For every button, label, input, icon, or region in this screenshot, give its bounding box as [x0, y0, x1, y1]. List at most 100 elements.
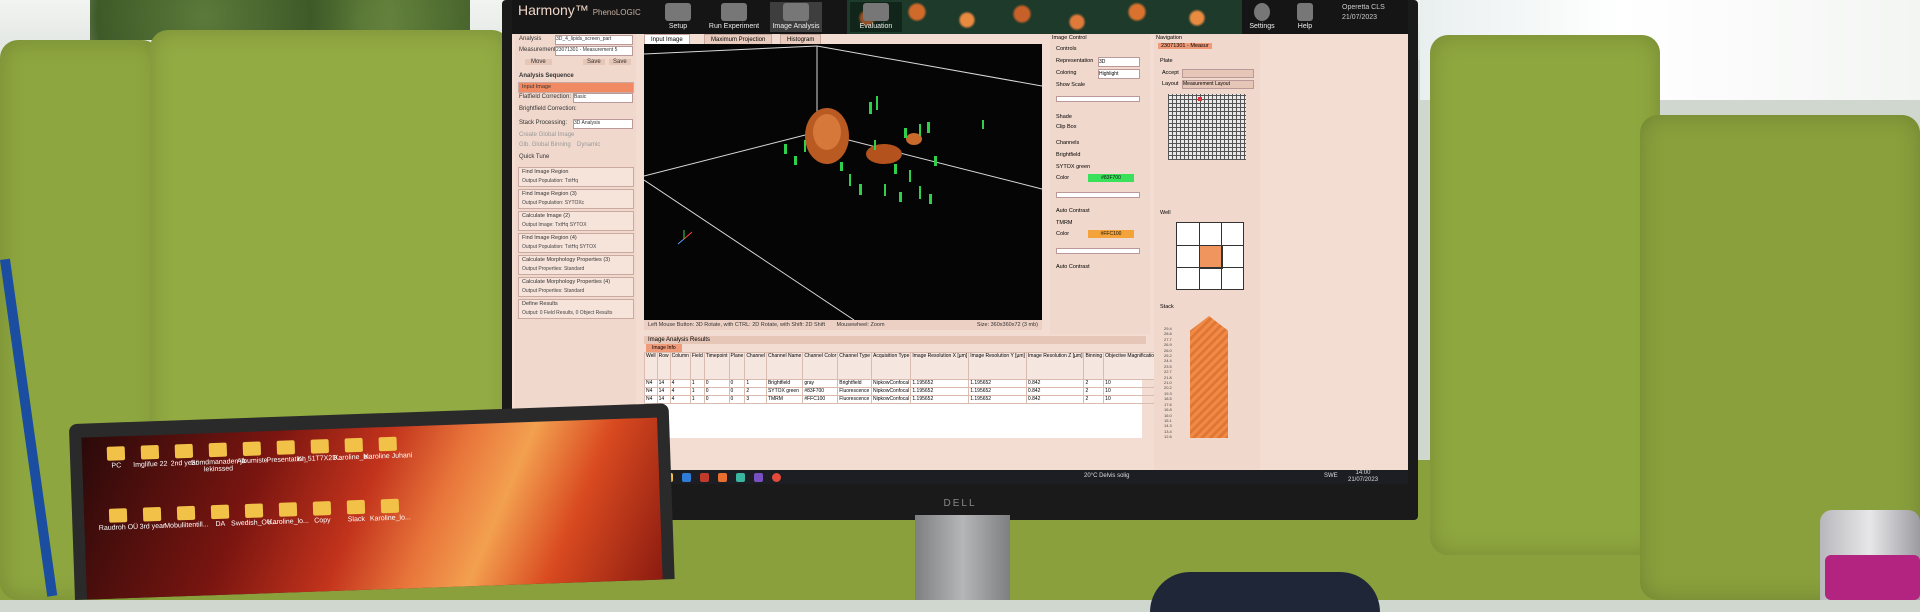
- setup-icon: [665, 3, 691, 21]
- chrome-icon[interactable]: [772, 473, 781, 482]
- column-header[interactable]: Image Resolution Y [µm]: [968, 352, 1027, 380]
- scale-slider[interactable]: [1056, 96, 1140, 102]
- table-cell: 0.842: [1025, 379, 1085, 388]
- table-cell: NipkowConfocal: [871, 395, 912, 404]
- table-cell: 0: [728, 395, 746, 404]
- run-experiment-button[interactable]: Run Experiment: [708, 2, 760, 32]
- well-divider: [1177, 245, 1243, 246]
- save-as-button[interactable]: Save: [609, 59, 631, 65]
- layout-select[interactable]: Measurement Layout: [1182, 80, 1254, 89]
- app-icon[interactable]: [682, 473, 691, 482]
- table-cell: 2: [1083, 379, 1105, 388]
- flatfield-select[interactable]: Basic: [573, 93, 633, 103]
- table-cell: 4: [669, 387, 691, 396]
- column-header[interactable]: Binning: [1083, 352, 1105, 380]
- table-cell: 14: [656, 387, 671, 396]
- sequence-block[interactable]: Find Image Region (3) Output Population: …: [518, 189, 634, 209]
- sequence-block[interactable]: Calculate Morphology Properties (4) Outpu…: [518, 277, 634, 297]
- results-table-container: Well Row Column Field Timepoint Plane Channel C…: [644, 352, 1257, 438]
- representation-select[interactable]: 3D: [1098, 57, 1140, 67]
- column-header[interactable]: Field: [689, 352, 705, 380]
- help-button[interactable]: Help: [1285, 2, 1325, 32]
- move-button[interactable]: Move: [525, 59, 552, 65]
- sequence-block[interactable]: Define Results Output: 0 Field Results, 0…: [518, 299, 634, 319]
- column-header[interactable]: Row: [656, 352, 671, 380]
- column-header[interactable]: Image Resolution Z [µm]: [1025, 352, 1085, 380]
- well-map[interactable]: [1176, 222, 1244, 290]
- language[interactable]: SWE: [1324, 473, 1338, 479]
- show-scale-label: Show Scale: [1056, 82, 1086, 88]
- column-header[interactable]: Objective Magnification: [1103, 352, 1159, 380]
- app-icon[interactable]: [736, 473, 745, 482]
- column-header[interactable]: Channel: [744, 352, 767, 380]
- sytox-contrast-slider[interactable]: [1056, 192, 1140, 198]
- table-cell: #FFC100: [802, 395, 839, 404]
- accept-field[interactable]: [1182, 69, 1254, 78]
- save-button[interactable]: Save: [583, 59, 605, 65]
- evaluation-button[interactable]: Evaluation: [850, 2, 902, 32]
- stack-processing-select[interactable]: 3D Analysis: [573, 119, 633, 129]
- analysis-sequence-header: Analysis Sequence: [519, 73, 574, 79]
- 3d-viewer[interactable]: [644, 44, 1042, 320]
- stack-tick: 18.5: [1164, 396, 1172, 402]
- app-icon[interactable]: [754, 473, 763, 482]
- microscope-icon: [721, 3, 747, 21]
- tab-image-info[interactable]: Image Info: [646, 344, 682, 352]
- table-cell: Brightfield: [837, 379, 873, 388]
- table-cell: 0: [703, 379, 730, 388]
- app-icon[interactable]: [700, 473, 709, 482]
- input-image-block[interactable]: Input Image: [518, 82, 634, 93]
- column-header[interactable]: Timepoint: [703, 352, 730, 380]
- measurement-field[interactable]: 23071301 - Measurement 5: [555, 46, 633, 56]
- tmrm-contrast-slider[interactable]: [1056, 248, 1140, 254]
- viewer-hint-bar: Left Mouse Button: 3D Rotate, with CTRL:…: [644, 320, 1042, 330]
- analysis-sidebar: Analysis 3D_4_lipids_screen_part Measure…: [515, 34, 636, 434]
- stack-processing-label: Stack Processing:: [519, 120, 568, 126]
- table-cell: 2: [1083, 387, 1105, 396]
- app-icon[interactable]: [718, 473, 727, 482]
- weather[interactable]: 20°C Delvis solig: [1084, 473, 1129, 479]
- setup-button[interactable]: Setup: [652, 2, 704, 32]
- representation-label: Representation: [1056, 58, 1094, 64]
- tab-plate[interactable]: 23071301 - Measur: [1158, 43, 1212, 49]
- clock[interactable]: 14:00 21/07/2023: [1348, 470, 1378, 484]
- color-label: Color: [1056, 231, 1070, 237]
- desktop-icon-label: Karoline_lo...: [369, 514, 411, 523]
- desktop-icon[interactable]: Karoline Juhani: [360, 436, 417, 461]
- column-header[interactable]: Plane: [728, 352, 746, 380]
- sequence-block[interactable]: Calculate Morphology Properties (3) Outpu…: [518, 255, 634, 275]
- selected-well-marker: [1198, 97, 1202, 101]
- sequence-block[interactable]: Calculate Image (2) Output Image: TxtHq S…: [518, 211, 634, 231]
- table-cell: 1.195652: [968, 387, 1027, 396]
- sequence-block[interactable]: Find Image Region (4) Output Population: …: [518, 233, 634, 253]
- user-info: Operetta CLS 21/07/2023: [1342, 4, 1385, 21]
- coloring-select[interactable]: Highlight: [1098, 69, 1140, 79]
- image-analysis-button[interactable]: Image Analysis: [770, 2, 822, 32]
- sequence-block[interactable]: Find Image Region Output Population: TxtH…: [518, 167, 634, 187]
- column-header[interactable]: Channel Name: [765, 352, 804, 380]
- column-header[interactable]: Column: [669, 352, 691, 380]
- shade-label: Shade: [1056, 114, 1072, 120]
- sytox-color-swatch[interactable]: #83F700: [1088, 174, 1134, 182]
- column-header[interactable]: Channel Color: [802, 352, 839, 380]
- viewer-hint-zoom: Mousewheel: Zoom: [836, 322, 885, 328]
- channel-tmrm[interactable]: TMRM: [1056, 220, 1073, 226]
- table-cell: N4: [644, 379, 658, 388]
- desktop-icon[interactable]: Karoline_lo...: [362, 498, 419, 523]
- table-cell: 0.842: [1025, 395, 1085, 404]
- column-header[interactable]: Well: [644, 352, 658, 380]
- stack-label: Stack: [1160, 304, 1174, 310]
- column-header[interactable]: Channel Type: [837, 352, 873, 380]
- selected-field[interactable]: [1199, 245, 1223, 269]
- analysis-icon: [783, 3, 809, 21]
- axis-gizmo: [677, 230, 693, 245]
- column-header[interactable]: Acquisition Type: [871, 352, 912, 380]
- tmrm-color-swatch[interactable]: #FFC100: [1088, 230, 1134, 238]
- plate-map[interactable]: [1168, 94, 1246, 160]
- column-header[interactable]: Image Resolution X [µm]: [910, 352, 970, 380]
- analysis-field[interactable]: 3D_4_lipids_screen_part: [555, 35, 633, 45]
- settings-button[interactable]: Settings: [1242, 2, 1282, 32]
- stack-planes[interactable]: [1190, 316, 1228, 438]
- channel-sytox[interactable]: SYTOX green: [1056, 164, 1090, 170]
- channel-brightfield[interactable]: Brightfield: [1056, 152, 1080, 158]
